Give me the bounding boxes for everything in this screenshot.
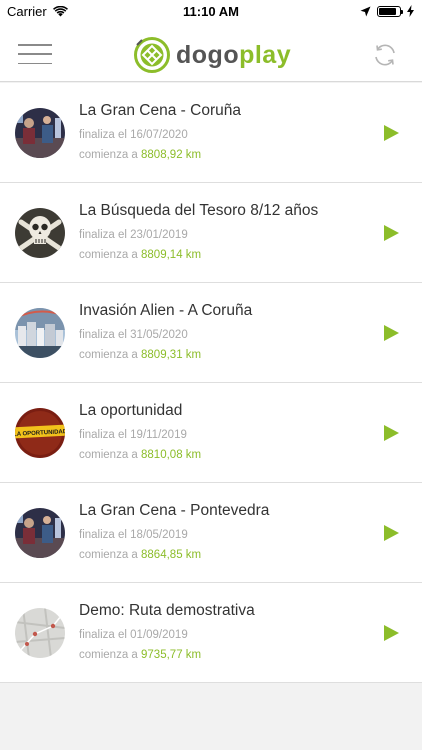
start-prefix: comienza a bbox=[79, 549, 138, 561]
game-title: Demo: Ruta demostrativa bbox=[79, 602, 255, 619]
refresh-icon[interactable] bbox=[372, 42, 398, 68]
game-title: La Gran Cena - Coruña bbox=[79, 102, 241, 119]
end-prefix: finaliza el bbox=[79, 529, 127, 541]
end-date: 31/05/2020 bbox=[130, 329, 188, 341]
logo-text-play: play bbox=[239, 40, 292, 69]
menu-line bbox=[18, 62, 52, 64]
play-icon[interactable] bbox=[384, 325, 399, 341]
game-title: Invasión Alien - A Coruña bbox=[79, 302, 253, 319]
menu-line bbox=[18, 53, 52, 55]
end-prefix: finaliza el bbox=[79, 329, 127, 341]
location-arrow-icon bbox=[360, 6, 371, 16]
play-icon[interactable] bbox=[384, 525, 399, 541]
game-start-distance: comienza a 8864,85 km bbox=[79, 549, 201, 561]
end-prefix: finaliza el bbox=[79, 229, 127, 241]
game-end-date: finaliza el 16/07/2020 bbox=[79, 129, 188, 141]
avatar-la-oportunidad-tape: LA OPORTUNIDAD bbox=[15, 408, 65, 458]
game-end-date: finaliza el 19/11/2019 bbox=[79, 429, 187, 441]
distance: 8864,85 km bbox=[141, 549, 202, 561]
app-header: dogoplay bbox=[0, 22, 422, 82]
list-item[interactable]: La Gran Cena - Pontevedra finaliza el 18… bbox=[0, 483, 422, 583]
list-item[interactable]: LA OPORTUNIDAD La oportunidad finaliza e… bbox=[0, 383, 422, 483]
play-icon[interactable] bbox=[384, 125, 399, 141]
game-title: La oportunidad bbox=[79, 402, 183, 419]
start-prefix: comienza a bbox=[79, 649, 138, 661]
avatar-dinner-photo bbox=[15, 508, 65, 558]
status-left: Carrier bbox=[7, 4, 68, 19]
carrier-label: Carrier bbox=[7, 3, 47, 19]
list-item[interactable]: Invasión Alien - A Coruña finaliza el 31… bbox=[0, 283, 422, 383]
menu-line bbox=[18, 44, 52, 46]
game-title: La Búsqueda del Tesoro 8/12 años bbox=[79, 202, 319, 219]
avatar-dinner-photo bbox=[15, 108, 65, 158]
game-end-date: finaliza el 23/01/2019 bbox=[79, 229, 188, 241]
distance: 9735,77 km bbox=[141, 649, 202, 661]
end-prefix: finaliza el bbox=[79, 129, 127, 141]
start-prefix: comienza a bbox=[79, 349, 138, 361]
game-list: La Gran Cena - Coruña finaliza el 16/07/… bbox=[0, 83, 422, 683]
game-start-distance: comienza a 8810,08 km bbox=[79, 449, 201, 461]
status-right bbox=[360, 5, 414, 17]
game-start-distance: comienza a 8808,92 km bbox=[79, 149, 201, 161]
avatar-city-photo bbox=[15, 308, 65, 358]
start-prefix: comienza a bbox=[79, 249, 138, 261]
game-start-distance: comienza a 9735,77 km bbox=[79, 649, 201, 661]
charging-bolt-icon bbox=[407, 5, 414, 17]
game-title: La Gran Cena - Pontevedra bbox=[79, 502, 270, 519]
status-bar: Carrier 11:10 AM bbox=[0, 0, 422, 22]
end-date: 16/07/2020 bbox=[130, 129, 188, 141]
game-end-date: finaliza el 31/05/2020 bbox=[79, 329, 188, 341]
game-end-date: finaliza el 18/05/2019 bbox=[79, 529, 188, 541]
distance: 8808,92 km bbox=[141, 149, 202, 161]
game-start-distance: comienza a 8809,31 km bbox=[79, 349, 201, 361]
list-item[interactable]: Demo: Ruta demostrativa finaliza el 01/0… bbox=[0, 583, 422, 683]
wifi-icon bbox=[52, 5, 68, 16]
end-date: 18/05/2019 bbox=[130, 529, 188, 541]
game-end-date: finaliza el 01/09/2019 bbox=[79, 629, 188, 641]
logo-text-dogo: dogo bbox=[176, 40, 240, 69]
end-prefix: finaliza el bbox=[79, 429, 127, 441]
play-icon[interactable] bbox=[384, 425, 399, 441]
start-prefix: comienza a bbox=[79, 149, 138, 161]
distance: 8809,31 km bbox=[141, 349, 202, 361]
end-prefix: finaliza el bbox=[79, 629, 127, 641]
distance: 8810,08 km bbox=[141, 449, 202, 461]
start-prefix: comienza a bbox=[79, 449, 138, 461]
game-start-distance: comienza a 8809,14 km bbox=[79, 249, 201, 261]
end-date: 01/09/2019 bbox=[130, 629, 188, 641]
end-date: 23/01/2019 bbox=[130, 229, 188, 241]
avatar-skull-crossbones bbox=[15, 208, 65, 258]
logo-wordmark: dogoplay bbox=[176, 41, 291, 70]
list-item[interactable]: La Gran Cena - Coruña finaliza el 16/07/… bbox=[0, 83, 422, 183]
distance: 8809,14 km bbox=[141, 249, 202, 261]
battery-icon bbox=[377, 5, 403, 17]
play-icon[interactable] bbox=[384, 625, 399, 641]
menu-button[interactable] bbox=[18, 44, 52, 64]
list-item[interactable]: La Búsqueda del Tesoro 8/12 años finaliz… bbox=[0, 183, 422, 283]
avatar-map-thumbnail bbox=[15, 608, 65, 658]
logo-ball-icon bbox=[134, 37, 170, 73]
end-date: 19/11/2019 bbox=[130, 429, 187, 441]
play-icon[interactable] bbox=[384, 225, 399, 241]
dogoplay-logo: dogoplay bbox=[134, 37, 291, 73]
